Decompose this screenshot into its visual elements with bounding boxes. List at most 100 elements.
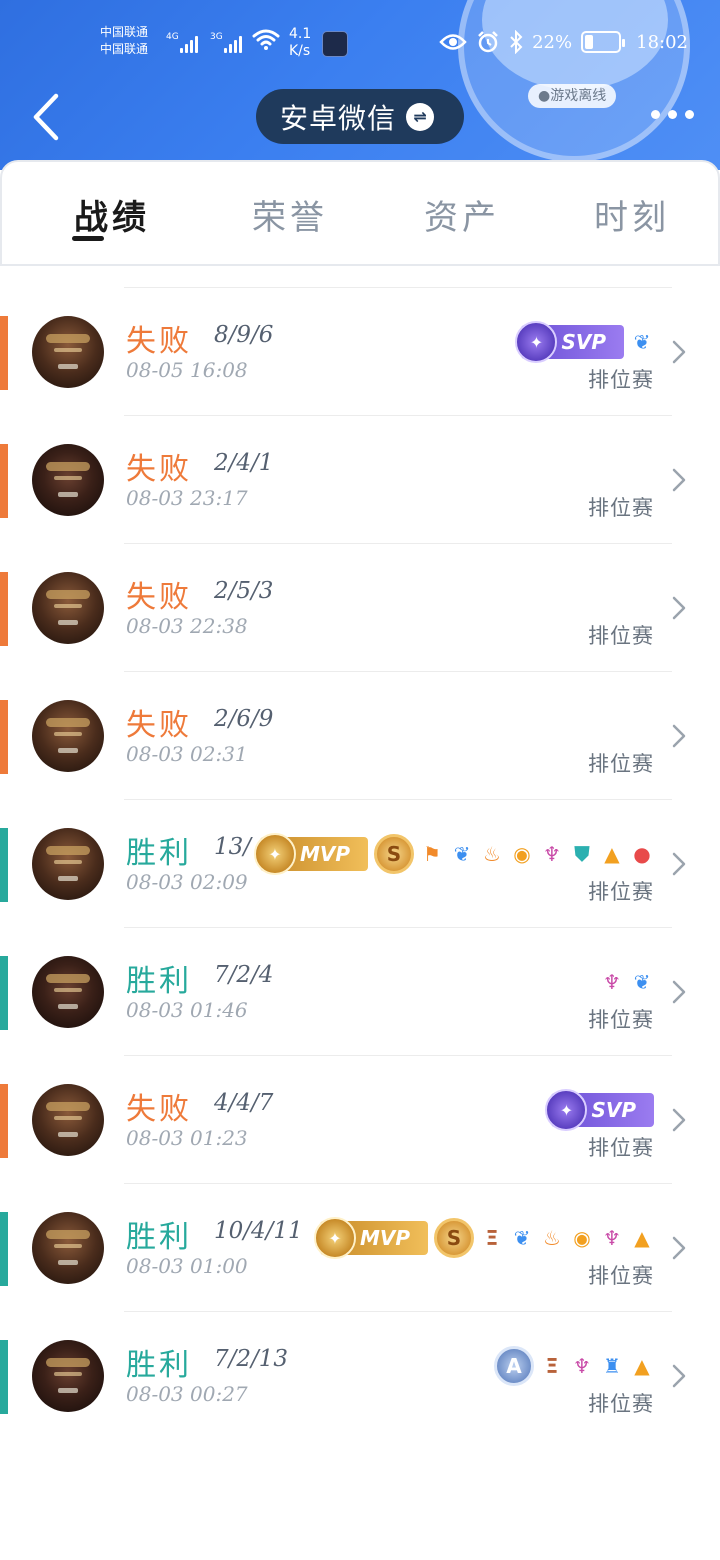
bluetooth-icon [510, 30, 523, 54]
match-result: 失败 [126, 708, 192, 743]
match-mode: 排位赛 [588, 496, 654, 520]
match-result: 胜利 [126, 836, 192, 871]
row-divider [124, 1311, 672, 1312]
eye-icon [439, 34, 467, 50]
flag-icon: ⚑ [423, 842, 441, 866]
match-row[interactable]: 胜利 10/4/11 08-03 01:00 排位赛 ✦ MVP S Ξ ❦ ♨ ◉ ♆ ▲ [0, 1162, 720, 1290]
match-result: 胜利 [126, 1348, 192, 1383]
svp-badge: ✦ SVP [545, 1089, 654, 1131]
match-row[interactable]: 失败 2/5/3 08-03 22:38 排位赛 [0, 522, 720, 650]
tab-moments[interactable]: 时刻 [594, 190, 670, 239]
triple-kill-icon: Ξ [545, 1354, 559, 1378]
result-color-bar [0, 1084, 8, 1158]
match-mode: 排位赛 [588, 752, 654, 776]
speed-unit: K/s [289, 43, 311, 59]
chevron-right-icon [672, 1236, 686, 1260]
back-button[interactable] [28, 92, 68, 142]
match-time: 08-05 16:08 [126, 358, 248, 382]
notification-app-icon [322, 31, 348, 57]
tab-record[interactable]: 战绩 [74, 190, 150, 239]
match-time: 08-03 02:31 [126, 742, 248, 766]
result-color-bar [0, 828, 8, 902]
match-time: 08-03 00:27 [126, 1382, 248, 1406]
match-row[interactable]: 胜利 7/2/4 08-03 01:46 排位赛 ♆ ❦ [0, 906, 720, 1034]
match-result: 胜利 [126, 1220, 192, 1255]
rating-s-badge: S [374, 834, 414, 874]
hero-avatar [32, 444, 104, 516]
network-type-2: 3G [210, 32, 223, 42]
tab-bar: 战绩 荣誉 资产 时刻 [0, 160, 720, 266]
gold-up-icon: ▲ [634, 1226, 650, 1250]
gold-up-icon: ▲ [604, 842, 620, 866]
match-mode: 排位赛 [588, 624, 654, 648]
result-color-bar [0, 444, 8, 518]
kda-score: 2/6/9 [214, 706, 274, 732]
chevron-right-icon [672, 852, 686, 876]
offline-status-tag: ●游戏离线 [528, 84, 617, 108]
achievement-badges: ✦ SVP [545, 1089, 654, 1131]
row-divider [124, 287, 672, 288]
tab-assets[interactable]: 资产 [424, 190, 500, 239]
match-row[interactable]: 胜利 7/2/13 08-03 00:27 排位赛 A Ξ ♆ ♜ ▲ [0, 1290, 720, 1418]
kda-score: 13/ [214, 834, 252, 860]
row-divider [124, 543, 672, 544]
hero-avatar [32, 700, 104, 772]
medal-icon: ✦ [545, 1089, 588, 1131]
result-color-bar [0, 316, 8, 390]
match-result: 失败 [126, 324, 192, 359]
account-switch-button[interactable]: 安卓微信 ⇌ [256, 89, 464, 144]
match-mode: 排位赛 [588, 1264, 654, 1288]
achievement-badges: A Ξ ♆ ♜ ▲ [494, 1346, 654, 1386]
network-type-1: 4G [166, 32, 179, 42]
gold-up-icon: ▲ [634, 1354, 650, 1378]
match-mode: 排位赛 [588, 368, 654, 392]
kda-score: 7/2/4 [214, 962, 274, 988]
match-row[interactable]: 失败 2/6/9 08-03 02:31 排位赛 [0, 650, 720, 778]
demon-icon: ♆ [603, 970, 621, 994]
tab-honor[interactable]: 荣誉 [252, 190, 328, 239]
match-time: 08-03 01:46 [126, 998, 248, 1022]
active-tab-indicator [72, 236, 104, 241]
signal-icon [180, 36, 198, 53]
chevron-right-icon [672, 1108, 686, 1132]
result-color-bar [0, 1212, 8, 1286]
carrier-1: 中国联通 [100, 25, 149, 39]
match-result: 胜利 [126, 964, 192, 999]
kda-score: 8/9/6 [214, 322, 274, 348]
match-time: 08-03 22:38 [126, 614, 248, 638]
battery-icon [581, 31, 626, 53]
match-mode: 排位赛 [588, 880, 654, 904]
match-time: 08-03 01:23 [126, 1126, 248, 1150]
kda-score: 10/4/11 [214, 1218, 303, 1244]
badge-label: MVP [299, 842, 350, 866]
match-row[interactable]: 失败 8/9/6 08-05 16:08 排位赛 ✦ SVP ❦ [0, 266, 720, 394]
network-speed: 4.1 K/s [289, 26, 311, 60]
blue-wing-icon: ❦ [633, 330, 651, 354]
match-result: 失败 [126, 580, 192, 615]
match-row[interactable]: 胜利 13/08-03 02:09 排位赛 ✦ MVP S ⚑ ❦ ♨ ◉ ♆ ⛊ ▲ ● [0, 778, 720, 906]
battery-percent: 22% [532, 31, 573, 53]
medal-icon: ✦ [313, 1217, 356, 1259]
match-row[interactable]: 失败 2/4/1 08-03 23:17 排位赛 [0, 394, 720, 522]
achievement-badges: ✦ SVP ❦ [515, 321, 654, 363]
match-time: 08-03 02:09 [126, 870, 248, 894]
hero-avatar [32, 956, 104, 1028]
coins-icon: ◉ [513, 842, 531, 866]
chevron-right-icon [672, 596, 686, 620]
blue-wing-icon: ❦ [513, 1226, 531, 1250]
match-row[interactable]: 失败 4/4/7 08-03 01:23 排位赛 ✦ SVP [0, 1034, 720, 1162]
achievement-badges: ♆ ❦ [600, 962, 654, 1002]
achievement-badges: ✦ MVP S ⚑ ❦ ♨ ◉ ♆ ⛊ ▲ ● [253, 833, 654, 875]
badge-label: MVP [359, 1226, 410, 1250]
match-mode: 排位赛 [588, 1392, 654, 1416]
row-divider [124, 799, 672, 800]
header: ●游戏离线 中国联通 中国联通 4G 3G 4.1 K/s 22% 18:02 … [0, 0, 720, 170]
row-divider [124, 671, 672, 672]
mvp-badge: ✦ MVP [253, 833, 368, 875]
more-options-button[interactable] [651, 110, 694, 119]
match-time: 08-03 01:00 [126, 1254, 248, 1278]
account-name: 安卓微信 [280, 101, 397, 135]
hero-avatar [32, 1340, 104, 1412]
hero-avatar [32, 1212, 104, 1284]
hero-avatar [32, 828, 104, 900]
